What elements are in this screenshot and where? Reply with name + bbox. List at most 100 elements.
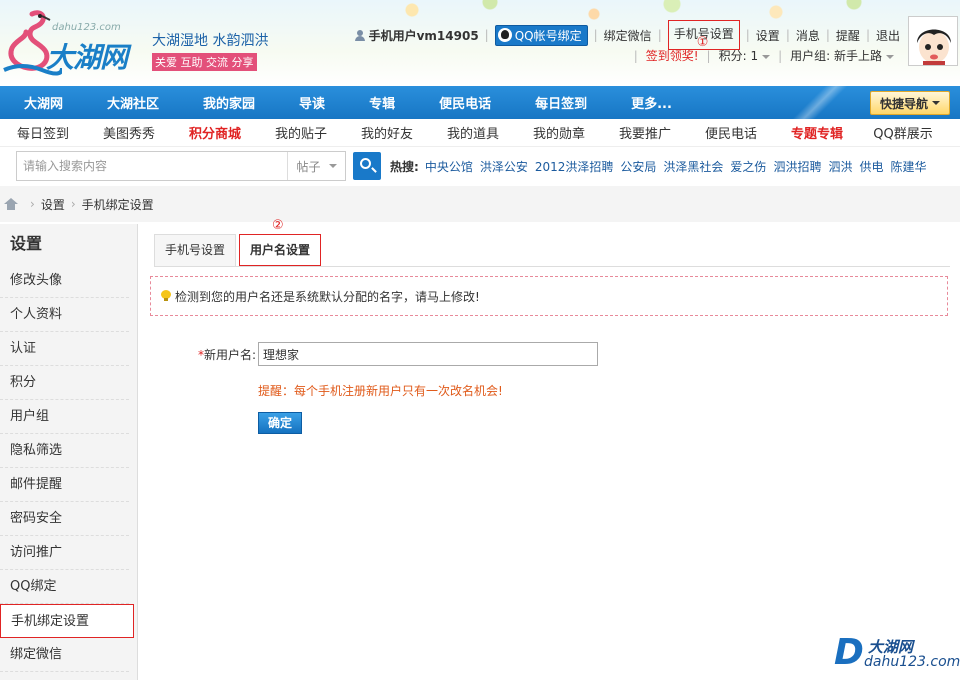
tab-phone-settings[interactable]: 手机号设置 <box>154 234 237 266</box>
subnav-item-points-mall[interactable]: 积分商城 <box>172 123 258 142</box>
mainnav-item-community[interactable]: 大湖社区 <box>83 93 179 112</box>
hot-searches: 热搜: 中央公馆 洪泽公安 2012洪泽招聘 公安局 洪泽黑社会 爱之伤 泗洪招… <box>390 158 934 175</box>
subnav-item[interactable]: 每日签到 <box>0 123 86 142</box>
hot-search-link[interactable]: 泗洪招聘 <box>773 158 821 175</box>
sidebar-item-phone-binding[interactable]: 手机绑定设置 <box>0 604 134 638</box>
confirm-button[interactable]: 确定 <box>258 412 302 434</box>
mainnav-item-myhome[interactable]: 我的家园 <box>179 93 275 112</box>
tab-username-settings[interactable]: 用户名设置 <box>239 234 322 266</box>
mainnav-item-phonebook[interactable]: 便民电话 <box>415 93 511 112</box>
wechat-bind-link[interactable]: 绑定微信 <box>604 27 652 44</box>
separator: | <box>865 28 870 42</box>
sidebar-item-promotion[interactable]: 访问推广 <box>0 536 129 570</box>
tab-divider <box>154 266 950 267</box>
slogan-line-2: 关爱 互助 交流 分享 <box>152 53 257 71</box>
sidebar-item-email[interactable]: 邮件提醒 <box>0 468 129 502</box>
hot-search-link[interactable]: 爱之伤 <box>730 158 766 175</box>
hot-search-link[interactable]: 公安局 <box>620 158 656 175</box>
separator: | <box>484 28 489 42</box>
new-username-label: *新用户名: <box>190 346 256 363</box>
separator: | <box>785 28 790 42</box>
phone-settings-link[interactable]: 手机号设置 ① <box>667 20 740 50</box>
sidebar-item-qq[interactable]: QQ绑定 <box>0 570 129 604</box>
mainnav-item-more[interactable]: 更多... <box>607 93 692 112</box>
user-toolbar: 手机用户vm14905 | QQ帐号绑定 | 绑定微信 | 手机号设置 ① | … <box>354 20 900 50</box>
logout-link[interactable]: 退出 <box>876 27 900 44</box>
user-status-bar: | 签到领奖! | 积分: 1 | 用户组: 新手上路 <box>626 47 894 64</box>
separator: | <box>778 48 783 63</box>
sidebar-item-privacy[interactable]: 隐私筛选 <box>0 434 129 468</box>
hot-search-link[interactable]: 泗洪 <box>828 158 852 175</box>
qq-bind-label: QQ帐号绑定 <box>514 28 582 43</box>
cartoon-avatar-icon <box>909 17 957 65</box>
subnav-item[interactable]: 我要推广 <box>602 123 688 142</box>
mainnav-item-home[interactable]: 大湖网 <box>0 93 83 112</box>
search-button[interactable] <box>353 152 381 180</box>
search-row: 帖子 热搜: 中央公馆 洪泽公安 2012洪泽招聘 公安局 洪泽黑社会 爱之伤 … <box>0 149 960 183</box>
points-dropdown[interactable]: 积分: 1 <box>719 47 771 64</box>
hot-search-link[interactable]: 洪泽公安 <box>480 158 528 175</box>
rename-hint: 提醒：每个手机注册新用户只有一次改名机会! <box>258 384 503 398</box>
separator: | <box>593 28 598 42</box>
sidebar-item-profile[interactable]: 个人资料 <box>0 298 129 332</box>
hot-search-link[interactable]: 洪泽黑社会 <box>663 158 723 175</box>
main-content: 手机号设置 ② 用户名设置 检测到您的用户名还是系统默认分配的名字，请马上修改!… <box>138 218 960 680</box>
qq-bind-button[interactable]: QQ帐号绑定 <box>494 24 588 46</box>
subnav-item-topics[interactable]: 专题专辑 <box>774 123 860 142</box>
subnav-item[interactable]: 我的好友 <box>344 123 430 142</box>
hot-search-link[interactable]: 2012洪泽招聘 <box>535 158 614 175</box>
logo-domain: dahu123.com <box>52 22 121 33</box>
separator: | <box>657 28 662 42</box>
username-link[interactable]: 手机用户vm14905 <box>354 27 479 44</box>
subnav-item[interactable]: 我的贴子 <box>258 123 344 142</box>
sidebar-item-wechat[interactable]: 绑定微信 <box>0 638 129 672</box>
user-group-dropdown[interactable]: 用户组: 新手上路 <box>790 47 894 64</box>
search-input[interactable] <box>17 152 287 180</box>
chevron-down-icon <box>932 101 940 105</box>
mainnav-item-albums[interactable]: 专辑 <box>345 93 415 112</box>
subnav-item[interactable]: 便民电话 <box>688 123 774 142</box>
site-logo[interactable]: dahu123.com 大湖网 <box>2 8 142 78</box>
checkin-reward-link[interactable]: 签到领奖! <box>646 47 699 64</box>
qq-penguin-icon <box>497 28 512 42</box>
sidebar-item-points[interactable]: 积分 <box>0 366 129 400</box>
subnav-item[interactable]: 我的勋章 <box>516 123 602 142</box>
subnav-item[interactable]: QQ群展示 <box>860 123 946 142</box>
hot-search-link[interactable]: 陈建华 <box>890 158 926 175</box>
chevron-down-icon <box>886 54 894 59</box>
settings-tabs: 手机号设置 ② 用户名设置 <box>154 218 324 266</box>
messages-link[interactable]: 消息 <box>796 27 820 44</box>
chevron-down-icon <box>328 164 337 168</box>
subnav-item[interactable]: 美图秀秀 <box>86 123 172 142</box>
site-watermark: D 大湖网 dahu123.com <box>834 634 960 674</box>
search-type-label: 帖子 <box>296 159 321 174</box>
username-form-row: *新用户名: <box>190 342 598 366</box>
tab-username-wrapper: ② 用户名设置 <box>239 218 324 266</box>
sidebar-title: 设置 <box>10 234 43 253</box>
lightbulb-icon <box>161 290 171 302</box>
mainnav-item-checkin[interactable]: 每日签到 <box>511 93 607 112</box>
hot-search-link[interactable]: 中央公馆 <box>425 158 473 175</box>
sidebar-item-verify[interactable]: 认证 <box>0 332 129 366</box>
search-type-select[interactable]: 帖子 <box>287 152 345 180</box>
main-navigation: 大湖网 大湖社区 我的家园 导读 专辑 便民电话 每日签到 更多... 快捷导航 <box>0 86 960 119</box>
hot-search-link[interactable]: 供电 <box>859 158 883 175</box>
subnav-item[interactable]: 我的道具 <box>430 123 516 142</box>
breadcrumb-settings[interactable]: 设置 <box>41 196 65 213</box>
mainnav-item-guide[interactable]: 导读 <box>275 93 345 112</box>
sidebar-item-avatar[interactable]: 修改头像 <box>0 264 129 298</box>
home-icon[interactable] <box>4 198 18 210</box>
sub-navigation: 每日签到 美图秀秀 积分商城 我的贴子 我的好友 我的道具 我的勋章 我要推广 … <box>0 119 960 147</box>
avatar[interactable] <box>908 16 958 66</box>
logo-title: 大湖网 <box>46 41 128 74</box>
chevron-down-icon <box>762 54 771 59</box>
reminders-link[interactable]: 提醒 <box>836 27 860 44</box>
settings-link[interactable]: 设置 <box>756 27 780 44</box>
user-group-text: 用户组: 新手上路 <box>790 49 882 63</box>
sidebar-item-usergroup[interactable]: 用户组 <box>0 400 129 434</box>
sidebar-item-security[interactable]: 密码安全 <box>0 502 129 536</box>
search-icon <box>360 158 371 169</box>
separator: | <box>706 48 711 63</box>
quick-nav-button[interactable]: 快捷导航 <box>870 91 950 115</box>
new-username-input[interactable] <box>258 342 598 366</box>
